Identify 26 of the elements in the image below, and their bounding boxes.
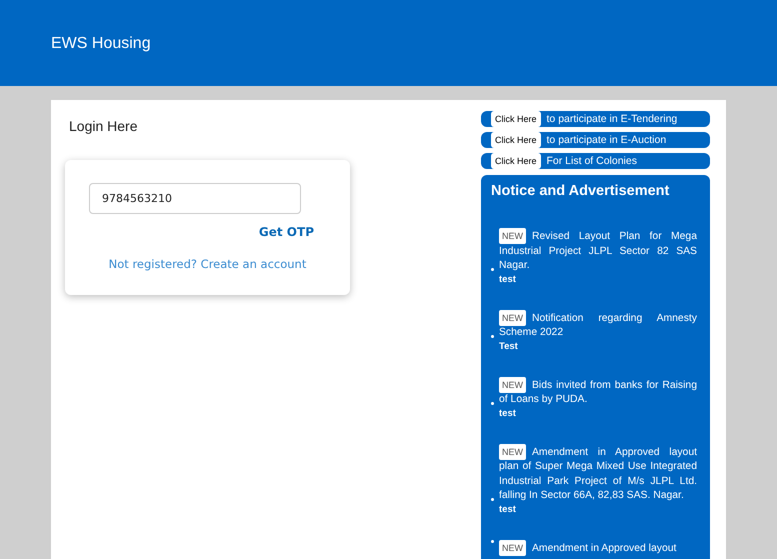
link-text: to participate in E-Auction <box>546 134 666 146</box>
notice-note: Test <box>499 340 519 352</box>
login-title: Login Here <box>69 118 138 134</box>
bullet-icon <box>491 402 494 404</box>
notice-note: test <box>499 504 517 514</box>
link-text: to participate in E-Tendering <box>546 113 678 125</box>
get-otp-link[interactable]: Get OTP <box>258 225 314 239</box>
notice-link[interactable]: NEW Amendment in Approved layout plan of Super Mega Mixed Use Integrated Industrial Park Project of M/s JLPL Ltd. falling In Sector 66A, 82,83 SAS. Nagar. <box>499 444 697 504</box>
bullet-icon <box>491 268 494 270</box>
click-here-button[interactable]: Click Here <box>491 132 541 148</box>
site-title: EWS Housing <box>51 35 151 52</box>
bullet-icon <box>491 498 494 500</box>
bullet-icon <box>491 334 494 338</box>
register-link[interactable]: Not registered? Create an account <box>108 257 306 271</box>
phone-field[interactable]: 9784563210 <box>89 183 301 214</box>
notice-link[interactable]: NEW Notification regarding Amnesty Scheme 2022 <box>499 310 697 340</box>
notice-link[interactable]: NEW Bids invited from banks for Raising of Loans by PUDA. <box>499 376 697 408</box>
link-text: For List of Colonies <box>546 155 637 167</box>
notice-link[interactable]: NEW Amendment in Approved layout <box>499 540 697 556</box>
notice-link[interactable]: NEW Revised Layout Plan for Mega Industrial Project JLPL Sector 82 SAS Nagar. <box>499 228 697 274</box>
click-here-button[interactable]: Click Here <box>491 153 541 169</box>
bullet-icon <box>491 540 494 542</box>
click-here-button[interactable]: Click Here <box>491 111 541 127</box>
notice-title: Notice and Advertisement <box>491 183 670 199</box>
notice-note: test <box>499 408 517 418</box>
notice-note: test <box>499 274 517 284</box>
